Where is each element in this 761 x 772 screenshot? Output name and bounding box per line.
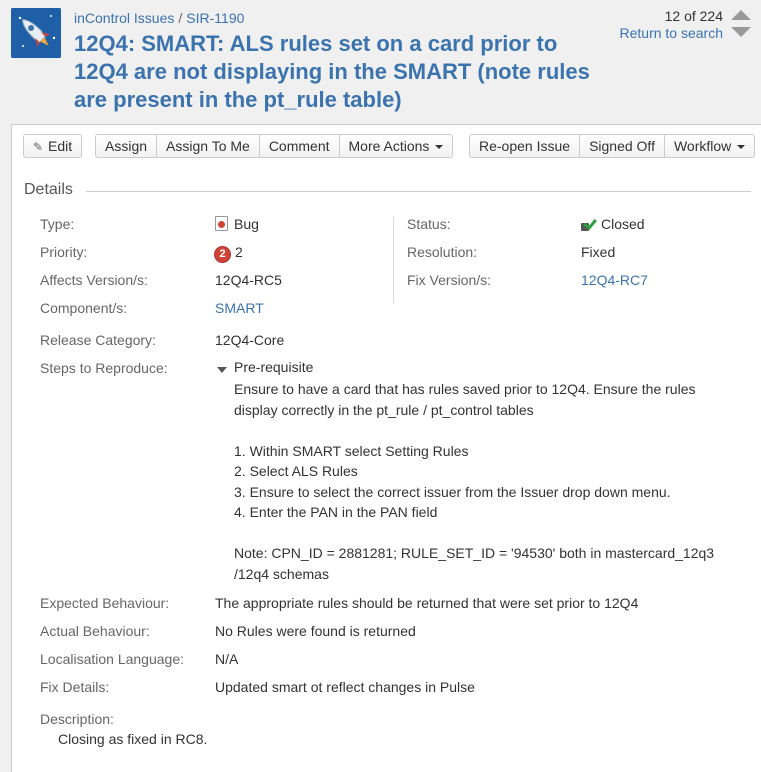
chevron-down-icon xyxy=(737,145,746,149)
resolution-label: Resolution: xyxy=(407,244,478,260)
description-label: Description: xyxy=(40,711,114,727)
steps-line: Note: CPN_ID = 2881281; RULE_SET_ID = '9… xyxy=(234,545,715,582)
status-label: Status: xyxy=(407,216,451,232)
issue-title: 12Q4: SMART: ALS rules set on a card pri… xyxy=(74,31,590,112)
expected-behaviour-label: Expected Behaviour: xyxy=(40,595,170,611)
issue-pager: 12 of 224 Return to search xyxy=(620,8,724,41)
more-actions-label: More Actions xyxy=(348,138,430,154)
action-group: Assign Assign To Me Comment More Actions xyxy=(95,134,454,158)
project-link[interactable]: inControl Issues xyxy=(74,10,174,26)
edit-label: Edit xyxy=(48,138,73,154)
comment-button[interactable]: Comment xyxy=(258,135,339,157)
collapse-triangle-icon[interactable] xyxy=(217,367,227,373)
edit-group: ✎ Edit xyxy=(23,134,83,158)
steps-line: Ensure to have a card that has rules sav… xyxy=(234,381,696,418)
release-category-value: 12Q4-Core xyxy=(215,332,285,348)
steps-label: Steps to Reproduce: xyxy=(40,360,168,376)
workflow-label: Workflow xyxy=(673,138,732,154)
previous-arrow-icon[interactable] xyxy=(731,10,751,20)
issue-content-panel: ✎ Edit Assign Assign To Me Comment More A… xyxy=(11,124,761,772)
affects-version-label: Affects Version/s: xyxy=(40,272,148,288)
breadcrumb: inControl Issues / SIR-1190 xyxy=(74,10,244,26)
localisation-value: N/A xyxy=(215,651,239,667)
fix-version-label: Fix Version/s: xyxy=(407,272,492,288)
return-to-search-link[interactable]: Return to search xyxy=(620,25,724,41)
workflow-button[interactable]: Workflow xyxy=(663,135,754,157)
release-category-label: Release Category: xyxy=(40,332,156,348)
next-arrow-icon[interactable] xyxy=(731,27,751,37)
signed-off-button[interactable]: Signed Off xyxy=(579,135,664,157)
workflow-group: Re-open Issue Signed Off Workflow xyxy=(469,134,756,158)
details-heading: Details xyxy=(24,181,73,198)
fix-details-label: Fix Details: xyxy=(40,679,110,695)
priority-label: Priority: xyxy=(40,244,88,260)
column-divider xyxy=(393,217,394,303)
fix-version-link[interactable]: 12Q4-RC7 xyxy=(581,272,648,288)
issue-key-link[interactable]: SIR-1190 xyxy=(186,10,244,26)
assign-to-me-button[interactable]: Assign To Me xyxy=(156,135,259,157)
component-link[interactable]: SMART xyxy=(215,300,264,316)
localisation-label: Localisation Language: xyxy=(40,651,185,667)
status-value: Closed xyxy=(581,216,645,232)
steps-body: Ensure to have a card that has rules sav… xyxy=(234,379,734,584)
reopen-issue-button[interactable]: Re-open Issue xyxy=(470,135,579,157)
component-label: Component/s: xyxy=(40,300,128,316)
pager-arrows xyxy=(731,10,751,40)
issue-header: inControl Issues / SIR-1190 12Q4: SMART: A… xyxy=(0,0,761,120)
closed-status-icon xyxy=(581,217,595,231)
steps-line: 1. Within SMART select Setting Rules xyxy=(234,442,469,459)
steps-line: 4. Enter the PAN in the PAN field xyxy=(234,504,438,520)
actual-behaviour-value: No Rules were found is returned xyxy=(215,623,416,639)
status-text: Closed xyxy=(601,216,645,232)
expected-behaviour-value: The appropriate rules should be returned… xyxy=(215,595,639,611)
affects-version-value: 12Q4-RC5 xyxy=(215,272,282,288)
project-avatar-rocket-icon[interactable] xyxy=(11,8,61,58)
assign-button[interactable]: Assign xyxy=(96,135,156,157)
edit-button[interactable]: ✎ Edit xyxy=(24,135,81,157)
type-value: Bug xyxy=(215,216,259,232)
pager-count: 12 of 224 xyxy=(664,8,723,24)
priority-icon: 2 xyxy=(215,247,230,262)
steps-line: 3. Ensure to select the correct issuer f… xyxy=(234,483,671,500)
type-label: Type: xyxy=(40,216,75,232)
pencil-icon: ✎ xyxy=(33,140,44,154)
priority-value: 22 xyxy=(215,244,243,262)
details-divider xyxy=(86,191,751,192)
more-actions-button[interactable]: More Actions xyxy=(338,135,453,157)
priority-text: 2 xyxy=(235,244,243,260)
bug-icon xyxy=(215,216,228,231)
breadcrumb-separator: / xyxy=(178,10,183,26)
steps-line: 2. Select ALS Rules xyxy=(234,463,358,479)
actual-behaviour-label: Actual Behaviour: xyxy=(40,623,150,639)
type-text: Bug xyxy=(234,216,259,232)
fix-details-value: Updated smart ot reflect changes in Puls… xyxy=(215,679,475,695)
steps-title: Pre-requisite xyxy=(234,359,314,375)
resolution-value: Fixed xyxy=(581,244,616,260)
chevron-down-icon xyxy=(435,145,444,149)
description-value: Closing as fixed in RC8. xyxy=(58,731,208,747)
